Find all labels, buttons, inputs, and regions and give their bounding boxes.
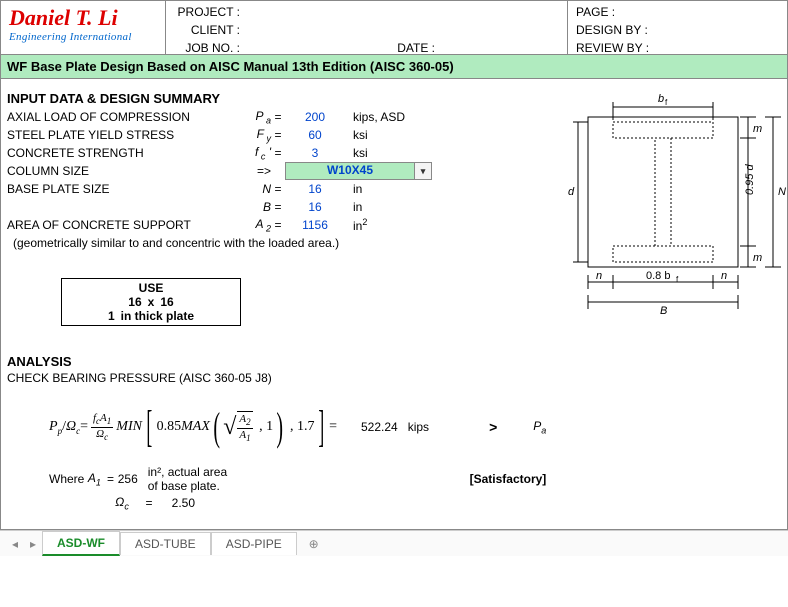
tab-asd-wf[interactable]: ASD-WF bbox=[42, 531, 120, 556]
column-select[interactable]: W10X45 ▾ bbox=[285, 162, 415, 180]
svg-text:m: m bbox=[753, 252, 762, 264]
logo-subtitle: Engineering International bbox=[9, 31, 157, 43]
logo-block: Daniel T. Li Engineering International bbox=[1, 1, 166, 54]
header: Daniel T. Li Engineering International P… bbox=[1, 1, 787, 55]
sheet-tabs: ◂ ▸ ASD-WF ASD-TUBE ASD-PIPE ⊕ bbox=[0, 530, 788, 556]
axial-label: AXIAL LOAD OF COMPRESSION bbox=[7, 110, 227, 124]
tab-asd-pipe[interactable]: ASD-PIPE bbox=[211, 532, 297, 555]
add-sheet-icon[interactable]: ⊕ bbox=[303, 533, 325, 555]
header-mid: PROJECT : CLIENT : JOB NO. : DATE : bbox=[166, 1, 567, 54]
page-title: WF Base Plate Design Based on AISC Manua… bbox=[1, 55, 787, 79]
fy-label: STEEL PLATE YIELD STRESS bbox=[7, 128, 227, 142]
header-right: PAGE : DESIGN BY : REVIEW BY : bbox=[567, 1, 787, 54]
reviewby-label: REVIEW BY : bbox=[576, 39, 779, 57]
tab-next-icon[interactable]: ▸ bbox=[24, 535, 42, 553]
compare-pa: Pa bbox=[533, 419, 546, 435]
omega-value: 2.50 bbox=[159, 496, 205, 510]
use-box: USE 16 x 16 1 in thick plate bbox=[61, 278, 241, 326]
fc-label: CONCRETE STRENGTH bbox=[7, 146, 227, 160]
pp-result: 522.24 kips bbox=[361, 420, 429, 434]
client-label: CLIENT : bbox=[174, 23, 244, 37]
satisfactory: [Satisfactory] bbox=[470, 472, 547, 486]
svg-text:f: f bbox=[665, 98, 668, 107]
fy-input[interactable] bbox=[285, 128, 345, 142]
svg-text:n: n bbox=[596, 270, 602, 282]
fy-unit: ksi bbox=[345, 128, 368, 142]
chevron-down-icon[interactable]: ▾ bbox=[414, 162, 432, 180]
svg-text:0.95 d: 0.95 d bbox=[744, 164, 756, 195]
a1-unit: in², actual area of base plate. bbox=[148, 465, 240, 493]
tab-first-icon[interactable]: ◂ bbox=[6, 535, 24, 553]
input-section-title: INPUT DATA & DESIGN SUMMARY bbox=[7, 91, 546, 106]
svg-text:d: d bbox=[568, 186, 575, 198]
where-label: Where bbox=[49, 472, 84, 486]
date-label: DATE : bbox=[389, 41, 439, 55]
axial-input[interactable] bbox=[285, 110, 345, 124]
tab-asd-tube[interactable]: ASD-TUBE bbox=[120, 532, 211, 555]
page-label: PAGE : bbox=[576, 3, 779, 21]
a1-value: 256 bbox=[116, 472, 147, 486]
plate-label: BASE PLATE SIZE bbox=[7, 182, 227, 196]
svg-text:f: f bbox=[676, 275, 679, 284]
use-title: USE bbox=[64, 281, 238, 295]
n-input[interactable] bbox=[285, 182, 345, 196]
svg-text:n: n bbox=[721, 270, 727, 282]
svg-text:B: B bbox=[660, 305, 667, 317]
axial-unit: kips, ASD bbox=[345, 110, 405, 124]
svg-text:m: m bbox=[753, 123, 762, 135]
logo-name: Daniel T. Li bbox=[9, 5, 157, 31]
n-unit: in bbox=[345, 182, 362, 196]
analysis-title: ANALYSIS bbox=[7, 354, 546, 369]
svg-text:N: N bbox=[778, 186, 786, 198]
bearing-title: CHECK BEARING PRESSURE (AISC 360-05 J8) bbox=[7, 371, 546, 385]
fc-input[interactable] bbox=[285, 146, 345, 160]
svg-text:0.8 b: 0.8 b bbox=[646, 270, 670, 282]
a2-input[interactable] bbox=[285, 218, 345, 232]
designby-label: DESIGN BY : bbox=[576, 21, 779, 39]
compare-gt: > bbox=[489, 419, 497, 435]
fc-unit: ksi bbox=[345, 146, 368, 160]
plate-diagram: bf d m 0.95 d m N n 0.8 bf bbox=[558, 87, 788, 317]
svg-text:b: b bbox=[658, 93, 664, 105]
jobno-label: JOB NO. : bbox=[174, 41, 244, 55]
column-label: COLUMN SIZE bbox=[7, 164, 227, 178]
bearing-formula: Pp/Ωc= fcA1Ωc MIN[0.85MAX( A2A1 , 1) , 1… bbox=[49, 399, 546, 455]
project-label: PROJECT : bbox=[174, 5, 244, 19]
a2-label: AREA OF CONCRETE SUPPORT bbox=[7, 218, 227, 232]
b-input[interactable] bbox=[285, 200, 345, 214]
geom-note: (geometrically similar to and concentric… bbox=[13, 236, 546, 250]
b-unit: in bbox=[345, 200, 362, 214]
